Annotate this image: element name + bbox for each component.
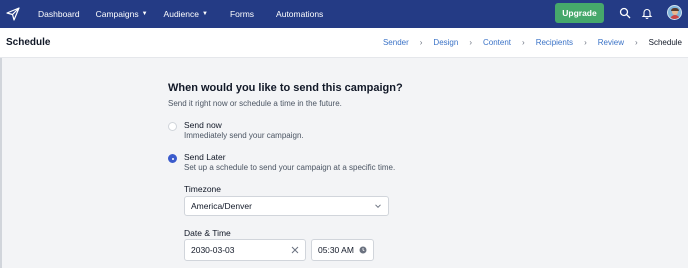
chevron-down-icon: ▼: [202, 11, 208, 17]
nav-campaigns[interactable]: Campaigns ▼: [96, 9, 148, 19]
date-input[interactable]: 2030-03-03: [184, 239, 306, 261]
nav-forms[interactable]: Forms: [230, 9, 254, 19]
send-later-radio[interactable]: [168, 154, 177, 163]
sub-header: Schedule Sender › Design › Content › Rec…: [0, 28, 688, 58]
left-edge: [0, 58, 2, 268]
timezone-select[interactable]: America/Denver: [184, 196, 389, 216]
nav-automations-label: Automations: [276, 9, 324, 19]
clock-icon: [359, 246, 367, 254]
step-recipients[interactable]: Recipients: [536, 38, 573, 47]
top-nav: Dashboard Campaigns ▼ Audience ▼ Forms Aut…: [0, 0, 688, 28]
step-sender[interactable]: Sender: [383, 38, 409, 47]
paper-plane-icon[interactable]: [6, 7, 20, 21]
date-value: 2030-03-03: [191, 245, 235, 255]
avatar[interactable]: [667, 5, 682, 20]
clear-icon[interactable]: [291, 246, 299, 254]
chevron-down-icon: [375, 204, 381, 209]
nav-audience-label: Audience: [163, 9, 199, 19]
search-icon[interactable]: [618, 6, 632, 20]
timezone-value: America/Denver: [191, 201, 252, 211]
step-design[interactable]: Design: [433, 38, 458, 47]
nav-audience[interactable]: Audience ▼: [164, 9, 208, 19]
chevron-right-icon: ›: [634, 38, 638, 47]
send-now-description: Immediately send your campaign.: [184, 131, 304, 140]
schedule-question: When would you like to send this campaig…: [168, 82, 403, 94]
send-later-label: Send Later: [184, 152, 226, 162]
bell-icon[interactable]: [640, 6, 654, 20]
nav-forms-label: Forms: [229, 9, 255, 19]
nav-automations[interactable]: Automations: [276, 9, 323, 19]
timezone-label: Timezone: [184, 184, 222, 194]
upgrade-button[interactable]: Upgrade: [555, 3, 604, 23]
chevron-right-icon: ›: [419, 38, 423, 47]
chevron-right-icon: ›: [584, 38, 587, 47]
step-schedule: Schedule: [648, 38, 682, 47]
nav-campaigns-label: Campaigns: [95, 9, 139, 19]
nav-dashboard-label: Dashboard: [38, 9, 80, 19]
step-review[interactable]: Review: [598, 38, 624, 47]
schedule-subtitle: Send it right now or schedule a time in …: [168, 99, 342, 108]
chevron-right-icon: ›: [469, 38, 472, 47]
step-content[interactable]: Content: [483, 38, 511, 47]
chevron-down-icon: ▼: [141, 11, 148, 17]
send-later-description: Set up a schedule to send your campaign …: [184, 163, 396, 172]
datetime-label: Date & Time: [184, 228, 231, 238]
nav-dashboard[interactable]: Dashboard: [38, 9, 80, 19]
breadcrumb: Sender › Design › Content › Recipients ›…: [383, 38, 682, 47]
schedule-panel: When would you like to send this campaig…: [168, 82, 468, 261]
chevron-right-icon: ›: [522, 38, 525, 47]
time-input[interactable]: 05:30 AM: [311, 239, 374, 261]
time-value: 05:30 AM: [318, 245, 354, 255]
send-now-radio[interactable]: [168, 122, 177, 131]
send-now-label: Send now: [184, 120, 222, 130]
page-title: Schedule: [6, 37, 51, 48]
